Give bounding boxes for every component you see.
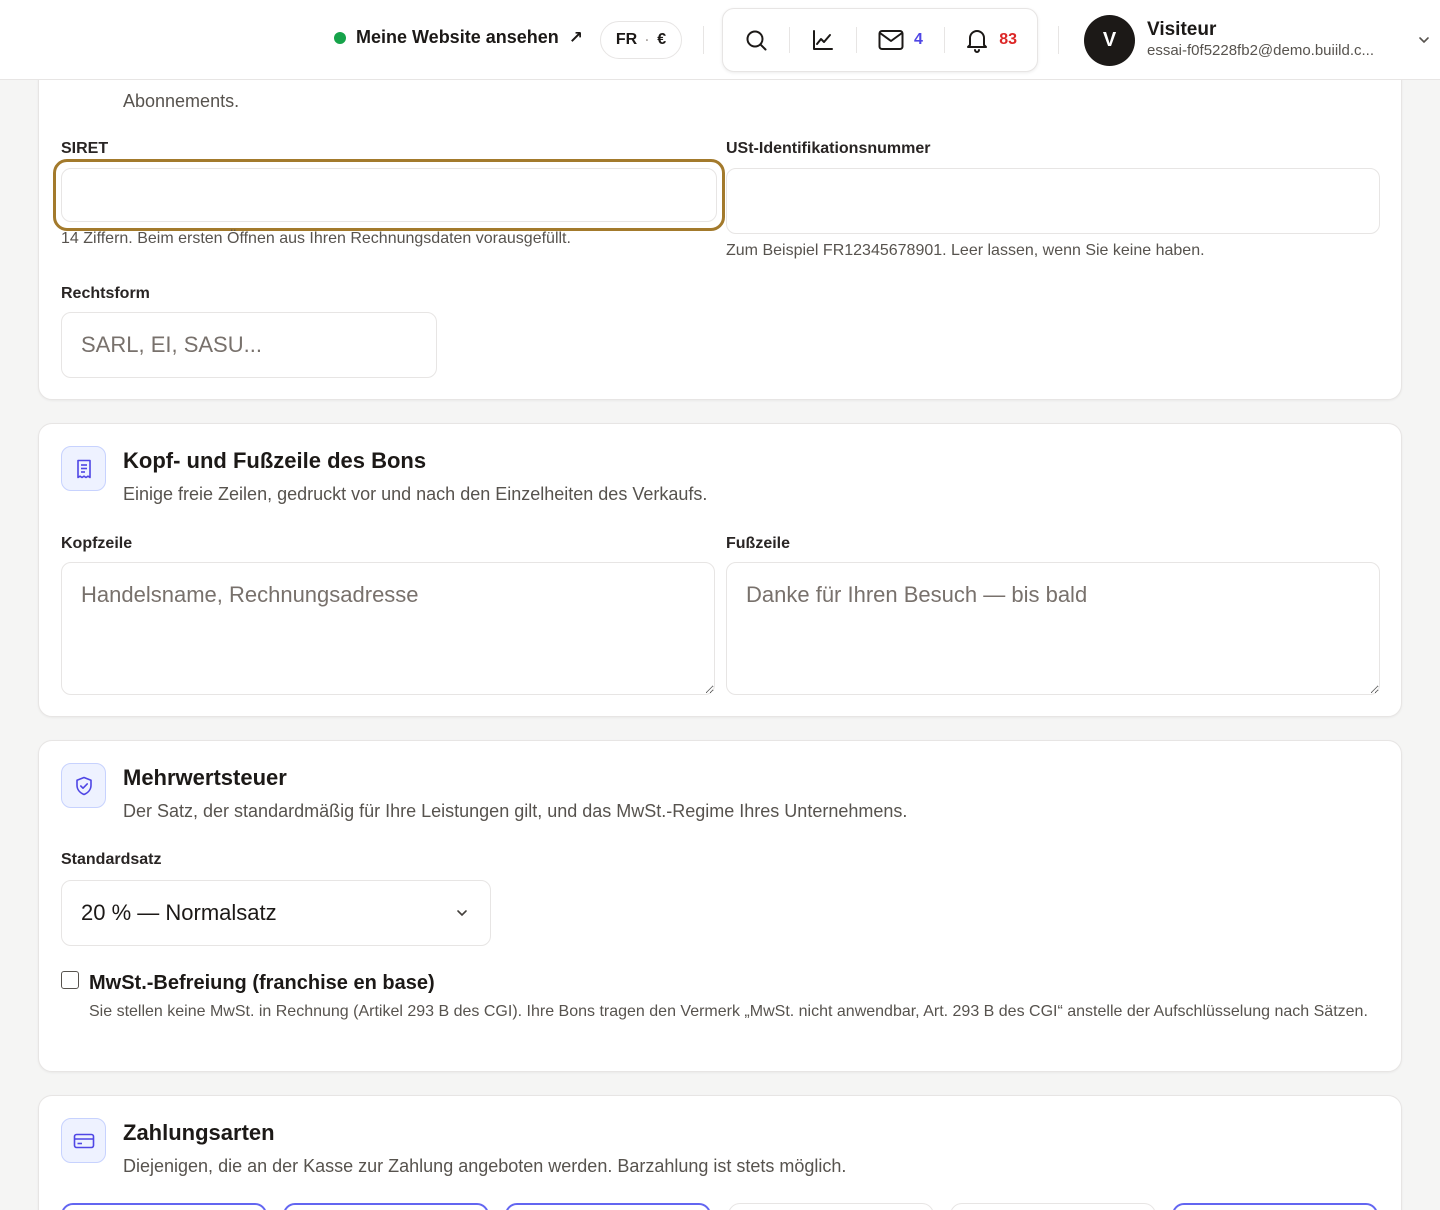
divider	[703, 26, 704, 54]
card-subtitle: Einige freie Zeilen, gedruckt vor und na…	[123, 484, 708, 504]
receipt-footer-textarea[interactable]	[726, 562, 1380, 695]
legal-form-label: Rechtsform	[61, 285, 150, 302]
legal-form-input[interactable]	[61, 312, 437, 378]
search-icon	[746, 30, 767, 51]
vat-id-input[interactable]	[726, 168, 1380, 234]
default-rate-value: 20 % — Normalsatz	[81, 900, 277, 925]
receipt-icon	[76, 459, 91, 478]
card-title: Zahlungsarten	[123, 1120, 275, 1145]
notifications-button[interactable]: 83	[945, 9, 1037, 71]
view-website-link[interactable]: Meine Website ansehen ↗	[334, 27, 583, 48]
notifications-count: 83	[999, 31, 1018, 48]
receipt-header-label: Kopfzeile	[61, 535, 133, 552]
chart-icon	[812, 30, 833, 50]
payment-method-chip[interactable]	[728, 1203, 934, 1210]
mail-icon	[878, 30, 904, 50]
card-subtitle: Der Satz, der standardmäßig für Ihre Lei…	[123, 801, 908, 821]
receipt-header-textarea[interactable]	[61, 562, 715, 695]
receipt-icon-box	[61, 446, 106, 491]
divider	[1058, 26, 1059, 54]
vat-exemption-checkbox[interactable]	[61, 971, 79, 989]
separator-dot: ·	[645, 33, 650, 47]
shield-icon-box	[61, 763, 106, 808]
card-icon-box	[61, 1118, 106, 1163]
user-email: essai-f0f5228fb2@demo.buiild.c...	[1147, 42, 1375, 59]
payment-method-chip[interactable]	[1172, 1203, 1378, 1210]
default-rate-select[interactable]: 20 % — Normalsatz	[61, 880, 491, 946]
view-website-label: Meine Website ansehen	[356, 27, 559, 47]
siret-input[interactable]	[61, 168, 717, 222]
shield-check-icon	[75, 776, 92, 795]
vat-exemption-description: Sie stellen keine MwSt. in Rechnung (Art…	[89, 1003, 1368, 1020]
currency-symbol: €	[657, 31, 667, 48]
payment-method-chip[interactable]	[505, 1203, 711, 1210]
vat-id-label: USt-Identifikationsnummer	[726, 140, 931, 157]
card-title: Mehrwertsteuer	[123, 765, 287, 790]
payment-method-chip[interactable]	[61, 1203, 267, 1210]
payment-method-chip[interactable]	[283, 1203, 489, 1210]
top-bar: Meine Website ansehen ↗ FR · € 4 83 V Vi…	[0, 0, 1440, 80]
online-status-dot	[334, 31, 346, 44]
search-button[interactable]	[723, 9, 789, 71]
language-code: FR	[615, 31, 638, 48]
bell-icon	[967, 30, 988, 53]
statistics-button[interactable]	[790, 9, 856, 71]
payment-methods-card: Zahlungsarten Diejenigen, die an der Kas…	[38, 1095, 1402, 1210]
avatar[interactable]: V	[1084, 15, 1135, 66]
payment-method-chip[interactable]	[950, 1203, 1156, 1210]
company-details-card: Abonnements. SIRET 14 Ziffern. Beim erst…	[38, 40, 1402, 400]
messages-count: 4	[914, 31, 923, 48]
default-rate-label: Standardsatz	[61, 851, 162, 868]
vat-id-hint: Zum Beispiel FR12345678901. Leer lassen,…	[726, 242, 1205, 259]
siret-hint: 14 Ziffern. Beim ersten Öffnen aus Ihren…	[61, 230, 571, 247]
user-name: Visiteur	[1147, 19, 1217, 40]
receipt-header-footer-card: Kopf- und Fußzeile des Bons Einige freie…	[38, 423, 1402, 717]
card-subtitle-continuation: Abonnements.	[123, 91, 240, 111]
chevron-down-icon[interactable]	[1417, 33, 1431, 47]
messages-button[interactable]: 4	[857, 9, 945, 71]
receipt-footer-label: Fußzeile	[726, 535, 791, 552]
toolbar-group: 4 83	[722, 8, 1038, 72]
chevron-down-icon	[457, 910, 467, 917]
vat-card: Mehrwertsteuer Der Satz, der standardmäß…	[38, 740, 1402, 1072]
siret-label: SIRET	[61, 140, 109, 157]
external-arrow-icon: ↗	[568, 27, 583, 47]
card-subtitle: Diejenigen, die an der Kasse zur Zahlung…	[123, 1156, 847, 1176]
language-currency-switcher[interactable]: FR · €	[600, 21, 682, 59]
vat-exemption-label[interactable]: MwSt.-Befreiung (franchise en base)	[89, 972, 435, 995]
credit-card-icon	[73, 1133, 94, 1148]
card-title: Kopf- und Fußzeile des Bons	[123, 448, 427, 473]
